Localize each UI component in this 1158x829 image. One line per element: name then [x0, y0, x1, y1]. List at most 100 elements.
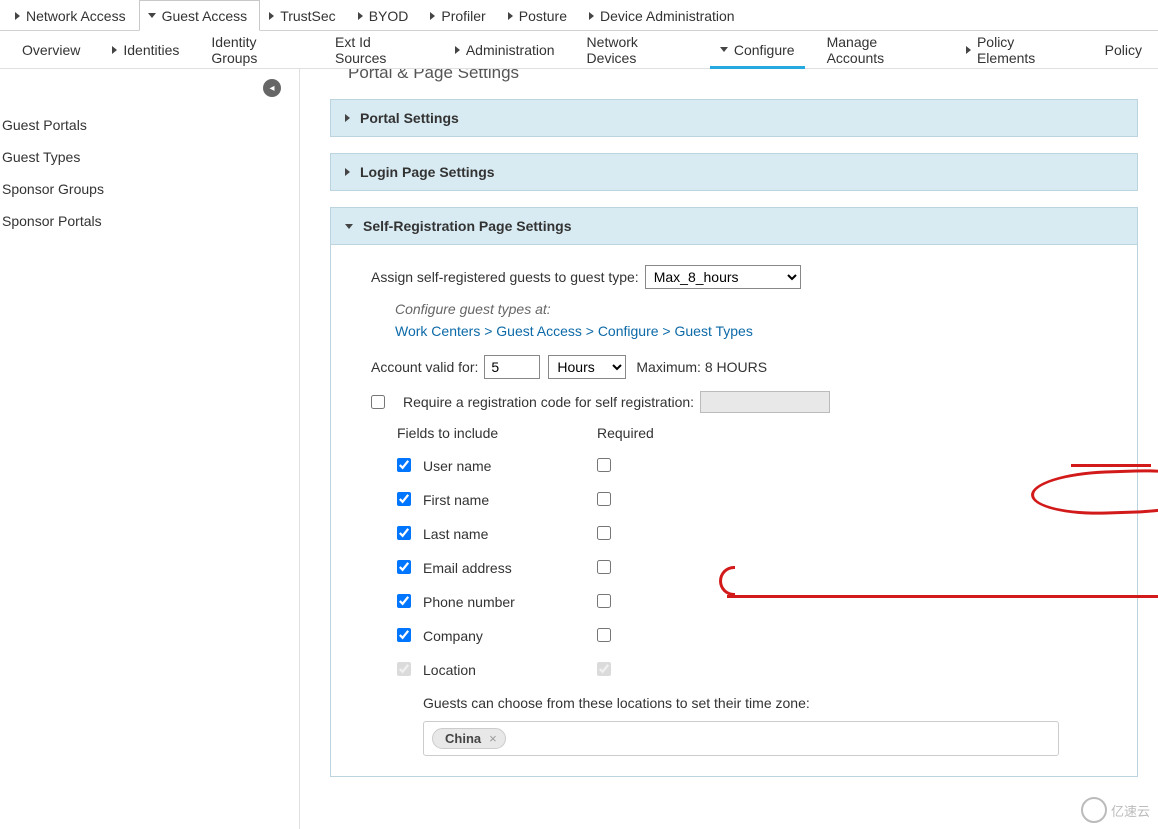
- location-tag-china[interactable]: China ×: [432, 728, 506, 749]
- account-valid-input[interactable]: [484, 355, 540, 379]
- field-row-username: User name: [397, 449, 1107, 483]
- sidebar-item-guest-portals[interactable]: Guest Portals: [0, 109, 299, 141]
- nav2-label: Policy Elements: [977, 34, 1073, 66]
- sidebar-item-label: Guest Portals: [2, 117, 87, 133]
- nav1-label: Guest Access: [162, 8, 248, 24]
- caret-right-icon: [345, 114, 350, 122]
- field-label: Phone number: [423, 594, 597, 610]
- include-phone-checkbox[interactable]: [397, 594, 411, 608]
- field-label: Email address: [423, 560, 597, 576]
- required-location-checkbox: [597, 662, 611, 676]
- nav2-policy[interactable]: Policy: [1089, 31, 1158, 68]
- caret-right-icon: [345, 168, 350, 176]
- close-icon[interactable]: ×: [489, 731, 497, 746]
- sidebar: ◂ Guest Portals Guest Types Sponsor Grou…: [0, 69, 300, 829]
- caret-right-icon: [15, 12, 20, 20]
- sidebar-item-label: Sponsor Groups: [2, 181, 104, 197]
- nav2-label: Overview: [22, 42, 80, 58]
- locations-tag-input[interactable]: China ×: [423, 721, 1059, 756]
- chevron-left-icon: ◂: [269, 83, 274, 94]
- watermark: 亿速云: [1081, 797, 1150, 823]
- nav2-label: Identity Groups: [211, 34, 303, 66]
- include-lastname-checkbox[interactable]: [397, 526, 411, 540]
- nav1-trustsec[interactable]: TrustSec: [260, 0, 349, 30]
- include-email-checkbox[interactable]: [397, 560, 411, 574]
- nav2-network-devices[interactable]: Network Devices: [571, 31, 704, 68]
- include-company-checkbox[interactable]: [397, 628, 411, 642]
- caret-down-icon: [345, 224, 353, 229]
- field-row-phone: Phone number: [397, 585, 1107, 619]
- nav2-label: Identities: [123, 42, 179, 58]
- field-label: Last name: [423, 526, 597, 542]
- secondary-nav: Overview Identities Identity Groups Ext …: [0, 31, 1158, 69]
- nav1-label: TrustSec: [280, 8, 336, 24]
- nav2-manage-accounts[interactable]: Manage Accounts: [811, 31, 950, 68]
- field-row-firstname: First name: [397, 483, 1107, 517]
- require-code-checkbox[interactable]: [371, 395, 385, 409]
- panel-title: Portal Settings: [360, 110, 459, 126]
- nav2-policy-elements[interactable]: Policy Elements: [950, 31, 1089, 68]
- nav1-guest-access[interactable]: Guest Access: [139, 0, 261, 31]
- include-username-checkbox[interactable]: [397, 458, 411, 472]
- maximum-text: Maximum: 8 HOURS: [636, 359, 767, 375]
- nav2-configure[interactable]: Configure: [704, 31, 811, 68]
- required-username-checkbox[interactable]: [597, 458, 611, 472]
- caret-right-icon: [455, 46, 460, 54]
- account-valid-label: Account valid for:: [371, 359, 478, 375]
- nav1-network-access[interactable]: Network Access: [6, 0, 139, 30]
- nav2-identities[interactable]: Identities: [96, 31, 195, 68]
- sidebar-item-sponsor-portals[interactable]: Sponsor Portals: [0, 205, 299, 237]
- page-title: Portal & Page Settings: [348, 69, 1138, 83]
- caret-right-icon: [589, 12, 594, 20]
- required-phone-checkbox[interactable]: [597, 594, 611, 608]
- include-firstname-checkbox[interactable]: [397, 492, 411, 506]
- nav2-ext-id-sources[interactable]: Ext Id Sources: [319, 31, 439, 68]
- caret-right-icon: [966, 46, 971, 54]
- field-label: First name: [423, 492, 597, 508]
- nav2-identity-groups[interactable]: Identity Groups: [195, 31, 319, 68]
- caret-down-icon: [148, 13, 156, 18]
- nav2-label: Manage Accounts: [827, 34, 934, 66]
- registration-code-input: [700, 391, 830, 413]
- sidebar-item-label: Guest Types: [2, 149, 80, 165]
- nav1-byod[interactable]: BYOD: [349, 0, 422, 30]
- field-row-lastname: Last name: [397, 517, 1107, 551]
- nav1-label: BYOD: [369, 8, 409, 24]
- field-row-email: Email address: [397, 551, 1107, 585]
- nav1-device-admin[interactable]: Device Administration: [580, 0, 748, 30]
- nav2-administration[interactable]: Administration: [439, 31, 571, 68]
- guest-types-breadcrumb-link[interactable]: Work Centers > Guest Access > Configure …: [395, 323, 1107, 339]
- nav2-overview[interactable]: Overview: [6, 31, 96, 68]
- sidebar-item-label: Sponsor Portals: [2, 213, 102, 229]
- field-label: Company: [423, 628, 597, 644]
- panel-body-self-registration: Assign self-registered guests to guest t…: [331, 244, 1137, 776]
- required-company-checkbox[interactable]: [597, 628, 611, 642]
- panel-portal-settings: Portal Settings: [330, 99, 1138, 137]
- panel-title: Self-Registration Page Settings: [363, 218, 571, 234]
- assign-guest-type-label: Assign self-registered guests to guest t…: [371, 269, 639, 285]
- sidebar-item-guest-types[interactable]: Guest Types: [0, 141, 299, 173]
- nav1-profiler[interactable]: Profiler: [421, 0, 498, 30]
- panel-header-login-page-settings[interactable]: Login Page Settings: [331, 154, 1137, 190]
- panel-title: Login Page Settings: [360, 164, 495, 180]
- required-email-checkbox[interactable]: [597, 560, 611, 574]
- nav1-label: Profiler: [441, 8, 485, 24]
- main-content: Portal & Page Settings Portal Settings L…: [300, 69, 1158, 829]
- account-valid-unit-select[interactable]: Hours: [548, 355, 626, 379]
- nav1-label: Network Access: [26, 8, 126, 24]
- field-row-company: Company: [397, 619, 1107, 653]
- nav1-posture[interactable]: Posture: [499, 0, 580, 30]
- required-lastname-checkbox[interactable]: [597, 526, 611, 540]
- guest-type-select[interactable]: Max_8_hours: [645, 265, 801, 289]
- caret-down-icon: [720, 47, 728, 52]
- sidebar-item-sponsor-groups[interactable]: Sponsor Groups: [0, 173, 299, 205]
- sidebar-collapse-button[interactable]: ◂: [263, 79, 281, 97]
- locations-help-text: Guests can choose from these locations t…: [423, 695, 1107, 711]
- fields-include-header: Fields to include: [397, 425, 597, 441]
- panel-header-self-registration[interactable]: Self-Registration Page Settings: [331, 208, 1137, 244]
- required-firstname-checkbox[interactable]: [597, 492, 611, 506]
- globe-icon: [1081, 797, 1107, 823]
- fields-required-header: Required: [597, 425, 654, 441]
- panel-header-portal-settings[interactable]: Portal Settings: [331, 100, 1137, 136]
- tag-label: China: [445, 731, 481, 746]
